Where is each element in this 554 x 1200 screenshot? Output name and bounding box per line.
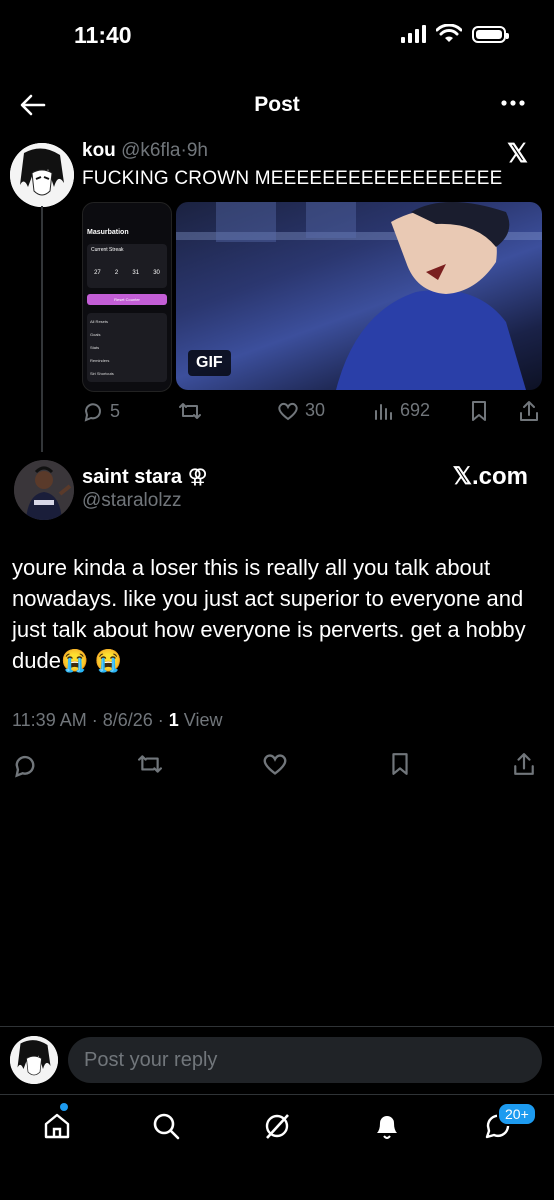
views-count: 1 (168, 710, 179, 730)
home-icon (44, 1113, 70, 1139)
bookmark-button[interactable] (470, 400, 488, 422)
reply-button[interactable]: 5 (82, 400, 120, 422)
bookmark-icon (472, 401, 486, 421)
nav-search[interactable] (146, 1108, 186, 1144)
page-title: Post (254, 93, 300, 116)
share-button[interactable] (518, 400, 540, 422)
reply-count: 5 (110, 400, 121, 421)
author-handle[interactable]: @staralolzz (82, 490, 182, 512)
repost-button[interactable] (136, 752, 164, 776)
post-text: youre kinda a loser this is really all y… (12, 555, 526, 673)
screenshot-stat: 27 (94, 270, 101, 276)
like-button[interactable] (262, 752, 288, 776)
status-time: 11:40 (74, 22, 132, 48)
home-notification-dot (60, 1103, 68, 1111)
like-count: 30 (305, 400, 326, 420)
reply-divider-top (0, 1026, 554, 1027)
reply-input[interactable] (68, 1037, 542, 1083)
share-icon (514, 753, 534, 775)
quoted-handle[interactable]: @k6fla (121, 140, 180, 161)
quoted-avatar[interactable] (10, 143, 74, 207)
screenshot-stat: 2 (114, 270, 119, 276)
quoted-image-screenshot[interactable]: Masurbation Current Streak 27 2 31 30 Re… (82, 202, 172, 392)
screenshot-stat: 31 (132, 270, 140, 276)
nav-home[interactable] (37, 1108, 77, 1144)
quoted-gif[interactable] (176, 202, 542, 390)
x-logo-icon: 𝕏 (507, 138, 528, 168)
grok-icon (265, 1114, 289, 1139)
post-meta: 11:39 AM · 8/6/26 · 1 View (12, 710, 223, 730)
screenshot-stat: 30 (153, 270, 160, 276)
screenshot-list-item: Stats (90, 345, 100, 350)
screenshot-list-item: Goals (90, 332, 101, 337)
xcom-watermark: 𝕏.com (452, 463, 528, 490)
share-icon (520, 401, 538, 421)
bookmark-button[interactable] (390, 752, 410, 776)
my-avatar[interactable] (10, 1036, 58, 1084)
views-icon (375, 403, 392, 420)
quoted-text: FUCKING CROWN MEEEEEEEEEEEEEEEEEE (82, 168, 503, 189)
post-action-bar (12, 752, 542, 780)
views-count: 692 (400, 400, 431, 420)
views-button[interactable]: 692 (374, 400, 430, 421)
more-button[interactable] (500, 98, 526, 108)
screenshot-list-item: Siri Shortcuts (90, 371, 114, 376)
battery-icon (472, 25, 509, 43)
status-icons (400, 24, 509, 44)
screenshot-button: Reset Counter (87, 294, 167, 305)
heart-icon (278, 402, 298, 420)
repost-icon (138, 755, 162, 773)
reply-icon (84, 403, 101, 422)
reply-button[interactable] (12, 752, 38, 778)
bookmark-icon (392, 753, 408, 775)
search-icon (153, 1113, 180, 1140)
thread-line (41, 206, 43, 452)
bell-icon (377, 1116, 397, 1139)
post-date[interactable]: 8/6/26 (103, 710, 153, 730)
nav-grok[interactable] (257, 1108, 297, 1144)
quoted-action-bar: 5 30 692 (82, 400, 542, 428)
author-name-line[interactable]: saint stara ⚢ (82, 464, 208, 489)
author-avatar[interactable] (14, 460, 74, 520)
quoted-author-line[interactable]: kou @k6fla·9h (82, 140, 208, 162)
repost-button[interactable] (178, 400, 202, 422)
screenshot-title: Masurbation (87, 229, 129, 236)
quoted-name[interactable]: kou (82, 140, 116, 161)
views-label: View (183, 710, 223, 730)
wifi-icon (436, 24, 462, 42)
cellular-signal-icon (401, 25, 426, 43)
nav-notifications[interactable] (367, 1108, 407, 1144)
gif-badge: GIF (188, 350, 231, 376)
like-button[interactable]: 30 (277, 400, 325, 421)
name-symbol: ⚢ (187, 466, 208, 488)
share-button[interactable] (512, 752, 536, 776)
nav-divider (0, 1094, 554, 1095)
heart-icon (263, 754, 287, 775)
screenshot-card-title: Current Streak (91, 247, 124, 253)
post-time[interactable]: 11:39 AM (12, 710, 87, 730)
repost-icon (179, 403, 201, 419)
reply-icon (15, 755, 35, 778)
author-name[interactable]: saint stara (82, 466, 182, 488)
screenshot-list-item: All Resets (90, 319, 109, 324)
quoted-time: 9h (186, 140, 208, 161)
screenshot-list-item: Reminders (90, 358, 110, 363)
messages-badge: 20+ (497, 1102, 537, 1126)
